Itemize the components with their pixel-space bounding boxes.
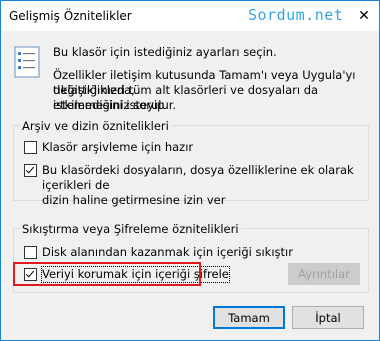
compress-row[interactable]: Disk alanından kazanmak için içeriği sık… <box>24 245 293 260</box>
cancel-button[interactable]: İptal <box>292 306 364 329</box>
compress-group-label: Sıkıştırma veya Şifreleme öznitelikleri <box>20 222 241 236</box>
close-button[interactable]: ✕ <box>349 1 379 31</box>
index-content-label-line-2: dizin haline getirmesine izin ver <box>42 193 226 207</box>
close-icon: ✕ <box>358 8 370 24</box>
archive-ready-label: Klasör arşivleme için hazır <box>42 140 194 154</box>
title-bar: Gelişmiş Öznitelikler Sordum.net ✕ <box>1 1 379 31</box>
index-content-row[interactable]: Bu klasördeki dosyaların, dosya özellikl… <box>24 163 379 208</box>
compress-label: Disk alanından kazanmak için içeriği sık… <box>42 245 293 259</box>
index-content-label-line-1: Bu klasördeki dosyaların, dosya özellikl… <box>42 163 354 192</box>
watermark: Sordum.net <box>248 6 344 24</box>
intro-line-1: Bu klasör için istediğiniz ayarları seçi… <box>53 45 277 59</box>
details-button[interactable]: Ayrıntılar <box>288 263 360 285</box>
archive-ready-checkbox[interactable] <box>24 141 37 154</box>
properties-icon <box>14 46 40 78</box>
ok-button[interactable]: Tamam <box>213 306 285 329</box>
archive-ready-row[interactable]: Klasör arşivleme için hazır <box>24 140 193 155</box>
index-content-label: Bu klasördeki dosyaların, dosya özellikl… <box>42 163 379 208</box>
highlight-annotation <box>13 262 201 286</box>
compress-checkbox[interactable] <box>24 246 37 259</box>
archive-group-label: Arşiv ve dizin öznitelikleri <box>20 119 171 133</box>
index-content-checkbox[interactable] <box>24 164 37 177</box>
intro-line-4: istemediğiniz sorulur. <box>53 98 177 112</box>
window-title: Gelişmiş Öznitelikler <box>9 9 132 23</box>
advanced-attributes-dialog: Gelişmiş Öznitelikler Sordum.net ✕ Bu kl… <box>0 0 380 341</box>
